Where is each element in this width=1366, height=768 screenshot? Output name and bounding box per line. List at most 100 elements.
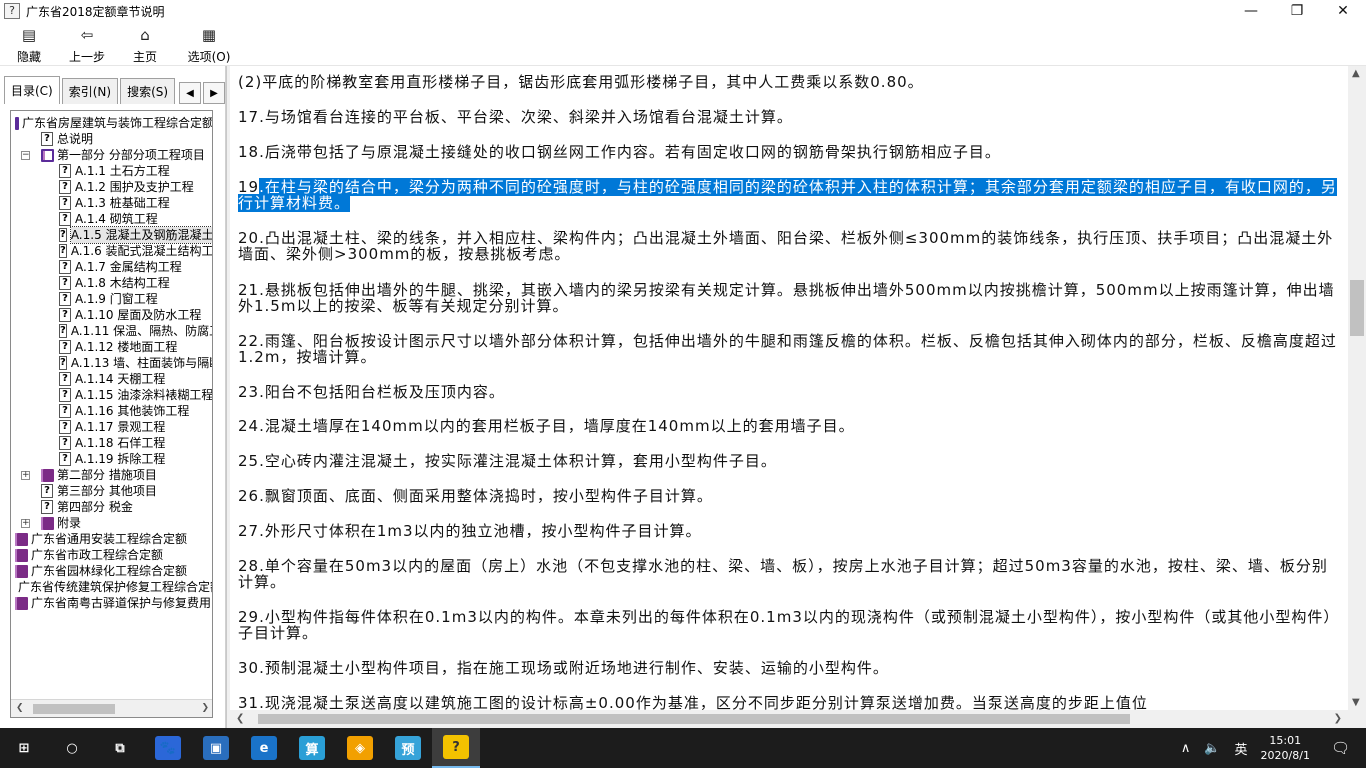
expand-icon[interactable]: +: [21, 470, 30, 480]
tree-item[interactable]: ? A.1.15 油漆涂料裱糊工程: [11, 387, 213, 403]
hscroll-right-arrow-icon[interactable]: ❯: [1334, 713, 1342, 724]
notifications-icon[interactable]: 🗨: [1331, 739, 1350, 757]
tree-scroll-thumb[interactable]: [33, 704, 115, 714]
tree-item[interactable]: ? A.1.8 木结构工程: [11, 275, 212, 291]
tree-item[interactable]: ? A.1.2 围护及支护工程: [11, 179, 212, 195]
tree-expander-slot[interactable]: +: [21, 518, 41, 528]
taskbar-button[interactable]: ◈: [336, 728, 384, 768]
tree-item[interactable]: ? A.1.16 其他装饰工程: [11, 403, 212, 419]
selected-text: .在柱与梁的结合中，梁分为两种不同的砼强度时，与柱的砼强度相同的梁的砼体积并入柱…: [238, 178, 1337, 212]
tree-item[interactable]: + 附录: [11, 515, 212, 531]
tree-item[interactable]: ? A.1.7 金属结构工程: [11, 259, 212, 275]
book-icon: [15, 548, 28, 562]
help-topic-icon: ?: [59, 212, 71, 226]
tree-horizontal-scrollbar[interactable]: ❮ ❯: [11, 699, 212, 717]
tree-item[interactable]: ? A.1.12 楼地面工程: [11, 339, 212, 355]
expand-icon[interactable]: +: [21, 518, 30, 528]
tree-item[interactable]: ? A.1.1 土石方工程: [11, 163, 212, 179]
help-topic-icon: ?: [41, 132, 53, 146]
help-topic-icon: ?: [59, 340, 71, 354]
scroll-down-arrow-icon[interactable]: ▼: [1352, 697, 1360, 708]
collapse-icon[interactable]: −: [21, 150, 30, 160]
taskbar-button[interactable]: ○: [48, 728, 96, 768]
tree-item[interactable]: − 第一部分 分部分项工程项目: [11, 147, 212, 163]
tree-expander-slot[interactable]: −: [21, 150, 41, 160]
paragraph-text: 23.阳台不包括阳台栏板及压顶内容。: [238, 383, 505, 401]
tree-item[interactable]: ? A.1.4 砌筑工程: [11, 211, 212, 227]
tree-item-label: A.1.15 油漆涂料裱糊工程: [75, 388, 213, 402]
nav-tabs: 目录(C) 索引(N) 搜索(S) ◀ ▶: [4, 76, 225, 104]
content-vscroll-thumb[interactable]: [1350, 280, 1364, 336]
scroll-up-arrow-icon[interactable]: ▲: [1352, 68, 1360, 79]
help-topic-icon: ?: [59, 292, 71, 306]
content-vertical-scrollbar[interactable]: ▲ ▼: [1348, 66, 1366, 710]
taskbar-button[interactable]: 算: [288, 728, 336, 768]
minimize-button[interactable]: —: [1228, 0, 1274, 22]
contents-tree[interactable]: 广东省房屋建筑与装饰工程综合定额? 总说明 − 第一部分 分部分项工程项目? A.1.1…: [10, 110, 213, 718]
taskbar-button[interactable]: ⊞: [0, 728, 48, 768]
close-button[interactable]: ✕: [1320, 0, 1366, 22]
tree-item[interactable]: ? 第三部分 其他项目: [11, 483, 212, 499]
tab-search[interactable]: 搜索(S): [120, 78, 176, 104]
tab-contents[interactable]: 目录(C): [4, 76, 60, 104]
tab-scroll-right-button[interactable]: ▶: [203, 82, 225, 104]
home-button[interactable]: ⌂ 主页: [116, 22, 174, 66]
content-hscroll-thumb[interactable]: [258, 714, 1130, 724]
tab-index[interactable]: 索引(N): [61, 78, 119, 104]
windows-start-icon: ⊞: [18, 740, 30, 756]
tree-item[interactable]: ? A.1.18 石佯工程: [11, 435, 212, 451]
tree-item[interactable]: 广东省市政工程综合定额: [11, 547, 212, 563]
clock[interactable]: 15:01 2020/8/1: [1261, 733, 1310, 763]
tree-expander-slot[interactable]: +: [21, 470, 41, 480]
tree-item[interactable]: ? A.1.17 景观工程: [11, 419, 212, 435]
ime-indicator[interactable]: 英: [1235, 739, 1248, 758]
content-paragraph: 20.凸出混凝土柱、梁的线条，并入相应柱、梁构件内；凸出混凝土外墙面、阳台梁、栏…: [238, 230, 1338, 262]
tray-chevron-icon[interactable]: ∧: [1181, 741, 1191, 756]
taskbar-button[interactable]: ▣: [192, 728, 240, 768]
tree-item[interactable]: ?A.1.11 保温、隔热、防腐工程: [11, 323, 212, 339]
tree-item[interactable]: + 第二部分 措施项目: [11, 467, 212, 483]
tree-item-label: A.1.4 砌筑工程: [75, 212, 158, 226]
edge-icon: e: [251, 736, 277, 760]
tree-item[interactable]: ? A.1.10 屋面及防水工程: [11, 307, 212, 323]
scroll-left-arrow-icon[interactable]: ❮: [16, 703, 24, 713]
preview-app-icon: 预: [395, 736, 421, 760]
tree-item-label: A.1.8 木结构工程: [75, 276, 170, 290]
book-icon: [15, 596, 28, 610]
hide-button[interactable]: ▤ 隐藏: [0, 22, 58, 66]
hscroll-left-arrow-icon[interactable]: ❮: [236, 713, 244, 724]
tree-item[interactable]: 广东省通用安装工程综合定额: [11, 531, 212, 547]
tree-item-label: 第二部分 措施项目: [57, 468, 157, 482]
tree-item[interactable]: ? A.1.6 装配式混凝土结构工程: [11, 243, 212, 259]
desktop-app-icon: ▣: [203, 736, 229, 760]
taskbar-button[interactable]: e: [240, 728, 288, 768]
paragraph-text: 22.雨篷、阳台板按设计图示尺寸以墙外部分体积计算，包括伸出墙外的牛腿和雨篷反檐…: [238, 332, 1337, 366]
tree-item[interactable]: ? 第四部分 税金: [11, 499, 212, 515]
tree-item-label: 总说明: [57, 132, 94, 146]
tree-item[interactable]: 广东省南粤古驿道保护与修复费用: [11, 595, 212, 611]
tree-item[interactable]: 广东省房屋建筑与装饰工程综合定额: [11, 115, 212, 131]
back-button[interactable]: ⇦ 上一步: [58, 22, 116, 66]
tree-item[interactable]: ? A.1.9 门窗工程: [11, 291, 212, 307]
tree-item[interactable]: 广东省园林绿化工程综合定额: [11, 563, 212, 579]
paragraph-text: 27.外形尺寸体积在1m3以内的独立池槽，按小型构件子目计算。: [238, 522, 702, 540]
taskbar-button[interactable]: 预: [384, 728, 432, 768]
tree-item[interactable]: ? A.1.19 拆除工程: [11, 451, 212, 467]
taskbar-button[interactable]: 🐾: [144, 728, 192, 768]
tree-item[interactable]: 广东省传统建筑保护修复工程综合定额: [11, 579, 212, 595]
tab-scroll-left-button[interactable]: ◀: [179, 82, 202, 104]
volume-icon[interactable]: 🔈: [1204, 741, 1220, 756]
options-button[interactable]: ▦ 选项(O): [174, 22, 244, 66]
tree-item[interactable]: ? 总说明: [11, 131, 212, 147]
tree-item[interactable]: ? A.1.3 桩基础工程: [11, 195, 212, 211]
options-label: 选项(O): [187, 50, 231, 64]
tree-item[interactable]: ? A.1.13 墙、柱面装饰与隔断: [11, 355, 212, 371]
tree-item[interactable]: ? A.1.14 天棚工程: [11, 371, 212, 387]
restore-button[interactable]: ❐: [1274, 0, 1320, 22]
taskbar-button[interactable]: ⧉: [96, 728, 144, 768]
scroll-right-arrow-icon[interactable]: ❯: [201, 703, 209, 713]
tree-item[interactable]: ?A.1.5 混凝土及钢筋混凝土工程: [11, 226, 212, 244]
content-horizontal-scrollbar[interactable]: ❮ ❯: [230, 710, 1348, 728]
taskbar-button[interactable]: ?: [432, 728, 480, 768]
navigation-pane: 目录(C) 索引(N) 搜索(S) ◀ ▶ 广东省房屋建筑与装饰工程综合定额? 总…: [0, 66, 226, 728]
